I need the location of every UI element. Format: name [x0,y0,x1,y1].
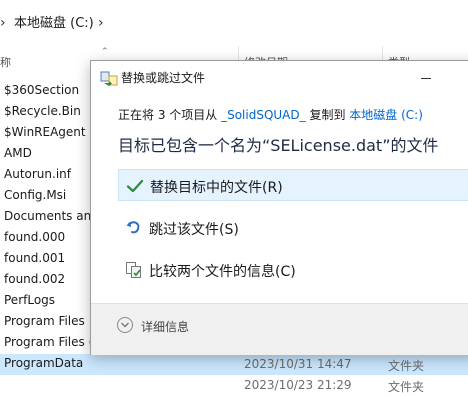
copy-status: 正在将 3 个项目从 _SolidSQUAD_ 复制到 本地磁盘 (C:) [118,106,423,123]
file-name: AMD [4,146,32,160]
status-middle: 复制到 [305,108,350,122]
file-name: found.000 [4,230,66,244]
skip-file-option[interactable]: 跳过该文件(S) [118,212,468,244]
sort-ascending-icon: ⌃ [101,47,109,57]
file-name: ProgramData [4,356,84,370]
minimize-button[interactable] [413,65,439,91]
file-name: PerfLogs [4,293,56,307]
more-details-label: 详细信息 [141,320,190,334]
file-name: found.002 [4,272,66,286]
maximize-button[interactable] [461,65,468,91]
file-name: Program Files [4,314,85,328]
dialog-titlebar[interactable]: 替换或跳过文件 [91,61,468,95]
file-row[interactable]: 2023/10/23 21:29 文件夹 [0,375,468,396]
conflict-heading: 目标已包含一个名为“SELicense.dat”的文件 [118,136,439,155]
compare-files-icon [125,261,143,279]
compare-files-option[interactable]: 比较两个文件的信息(C) [118,254,468,286]
file-name: $WinREAgent [4,125,86,139]
file-name: $360Section [4,83,80,97]
copy-files-icon [100,70,118,86]
destination-folder-link[interactable]: 本地磁盘 (C:) [349,108,423,122]
breadcrumb-chevron-icon[interactable]: › [98,13,104,33]
file-date: 2023/10/31 14:47 [244,357,352,371]
option-label: 比较两个文件的信息(C) [149,264,296,280]
file-type: 文件夹 [388,380,425,394]
option-label: 替换目标中的文件(R) [150,180,283,196]
expand-chevron-icon [117,317,133,333]
option-label: 跳过该文件(S) [149,222,239,238]
source-folder-link[interactable]: _SolidSQUAD_ [221,108,306,122]
more-details-button[interactable]: 详细信息 [117,317,247,337]
replace-file-option[interactable]: 替换目标中的文件(R) [118,169,468,201]
breadcrumb-location[interactable]: 本地磁盘 (C:) [14,14,94,34]
file-name: Config.Msi [4,188,67,202]
status-prefix: 正在将 3 个项目从 [118,108,222,122]
file-name: $Recycle.Bin [4,104,81,118]
file-name: Autorun.inf [4,167,71,181]
column-name[interactable]: 称 [0,54,11,70]
file-row-selected[interactable]: ProgramData 2023/10/31 14:47 文件夹 [0,354,468,375]
address-bar[interactable]: › 本地磁盘 (C:) › [0,0,468,47]
file-name: found.001 [4,251,66,265]
file-date: 2023/10/23 21:29 [244,378,352,392]
skip-arrow-icon [125,219,143,237]
dialog-title: 替换或跳过文件 [121,71,206,85]
file-name: Documents and [4,209,99,223]
checkmark-icon [126,177,144,195]
breadcrumb-chevron-icon[interactable]: › [0,13,6,33]
replace-skip-dialog: 替换或跳过文件 正在将 3 个项目从 _SolidSQUAD_ 复制到 本地磁盘… [90,60,468,355]
file-type: 文件夹 [388,359,425,373]
dialog-footer: 详细信息 [91,303,468,355]
